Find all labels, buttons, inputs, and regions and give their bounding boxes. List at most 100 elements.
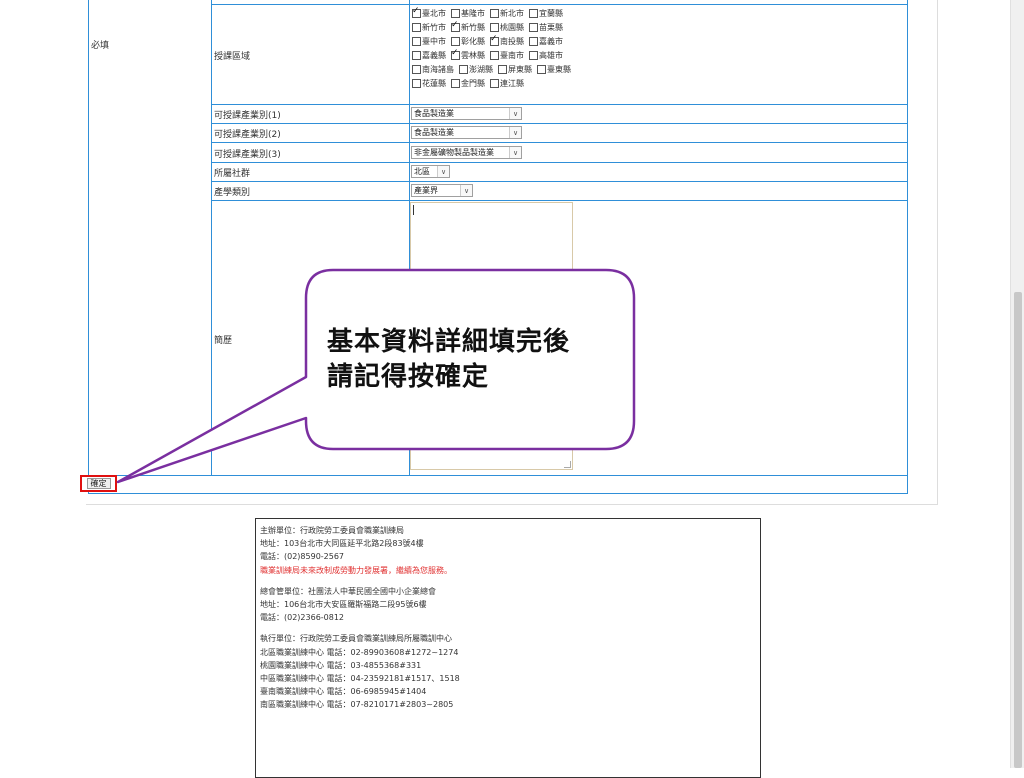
footer-executor-phone: 電話：(02)2366-0812 <box>260 613 345 623</box>
checkbox-label: 臺中市 <box>422 36 446 46</box>
confirm-button-label: 確定 <box>86 478 111 489</box>
checkbox-label: 彰化縣 <box>461 36 485 46</box>
checkbox-label: 南投縣 <box>500 36 524 46</box>
table-row-divider <box>211 181 907 182</box>
resize-handle-icon[interactable] <box>564 461 571 468</box>
checkbox-label: 臺東縣 <box>547 64 571 74</box>
page-bottom-edge <box>86 504 938 505</box>
checkbox-yunlin-county[interactable] <box>451 48 460 60</box>
page-edge <box>937 0 938 505</box>
checkbox-lienchiang-county[interactable] <box>490 78 499 88</box>
checkbox-label: 南海諸島 <box>422 64 454 74</box>
chevron-down-icon: ∨ <box>509 127 521 138</box>
community-select[interactable]: 北區 ∨ <box>411 165 450 178</box>
checkbox-kaohsiung-city[interactable] <box>529 50 538 60</box>
industry1-label: 可授課產業別(1) <box>214 111 281 121</box>
checkbox-label: 宜蘭縣 <box>539 8 563 18</box>
region-checkbox-row: 嘉義縣 雲林縣 臺南市 高雄市 <box>412 48 568 61</box>
checkbox-taichung-city[interactable] <box>412 36 421 46</box>
region-checkbox-row: 新竹市 新竹縣 桃園縣 苗栗縣 <box>412 20 568 33</box>
region-label: 授課區域 <box>214 52 251 62</box>
industry1-select-value: 食品製造業 <box>414 109 454 118</box>
industry2-label: 可授課產業別(2) <box>214 130 281 140</box>
checkbox-hsinchu-county[interactable] <box>451 20 460 32</box>
region-checkbox-row: 南海諸島 澎湖縣 屏東縣 臺東縣 <box>412 63 576 75</box>
checkbox-miaoli-county[interactable] <box>529 22 538 32</box>
table-row-divider <box>211 4 907 5</box>
industry2-select[interactable]: 食品製造業 ∨ <box>411 126 522 139</box>
chevron-down-icon: ∨ <box>509 108 521 119</box>
footer-slogan: 職業訓練局未來改制成勞動力發展署，繼續為您服務。 <box>260 565 452 575</box>
checkbox-kinmen-county[interactable] <box>451 78 460 88</box>
community-select-value: 北區 <box>414 167 430 176</box>
industry3-select-value: 非金屬礦物製品製造業 <box>414 148 494 157</box>
checkbox-south-sea-islands[interactable] <box>412 64 421 74</box>
checkbox-chiayi-county[interactable] <box>412 50 421 60</box>
footer-organizer: 主辦單位：行政院勞工委員會職業訓練局 <box>260 526 404 535</box>
checkbox-label: 雲林縣 <box>461 50 485 60</box>
footer-center-phone: 南區職業訓練中心 電話：07-8210171#2803~2805 <box>260 700 454 710</box>
checkbox-hsinchu-city[interactable] <box>412 22 421 32</box>
chevron-down-icon: ∨ <box>437 166 449 177</box>
checkbox-keelung-city[interactable] <box>451 8 460 18</box>
region-checkbox-row: 臺中市 彰化縣 南投縣 嘉義市 <box>412 34 568 47</box>
checkbox-nantou-county[interactable] <box>490 34 499 46</box>
footer-center-phone: 桃園職業訓練中心 電話：03-4855368#331 <box>260 660 422 670</box>
scrollbar-thumb[interactable] <box>1014 292 1022 768</box>
industry3-select[interactable]: 非金屬礦物製品製造業 ∨ <box>411 146 522 159</box>
resume-label: 簡歷 <box>214 336 233 346</box>
table-row-divider <box>211 200 907 201</box>
industry2-select-value: 食品製造業 <box>414 128 454 137</box>
confirm-button[interactable]: 確定 <box>80 475 117 492</box>
footer-organizer-phone: 電話：(02)8590-2567 <box>260 552 345 562</box>
checkbox-label: 基隆市 <box>461 8 485 18</box>
checkbox-taoyuan-county[interactable] <box>490 22 499 32</box>
checkbox-new-taipei-city[interactable] <box>490 8 499 18</box>
footer-info-box: 主辦單位：行政院勞工委員會職業訓練局 地址：103台北市大同區延平北路2段83號… <box>255 518 761 778</box>
checkbox-label: 新竹縣 <box>461 22 485 32</box>
checkbox-pingtung-county[interactable] <box>498 64 507 74</box>
checkbox-label: 嘉義縣 <box>422 50 446 60</box>
category-select-value: 產業界 <box>414 186 438 195</box>
checkbox-label: 臺北市 <box>422 8 446 18</box>
table-row-divider <box>211 123 907 124</box>
checkbox-label: 高雄市 <box>539 50 563 60</box>
checkbox-label: 金門縣 <box>461 78 485 88</box>
required-label: 必填 <box>91 41 110 51</box>
callout-line-2: 請記得按確定 <box>327 362 490 392</box>
region-checkbox-row: 臺北市 基隆市 新北市 宜蘭縣 <box>412 6 568 19</box>
table-row-divider <box>88 475 908 476</box>
checkbox-label: 苗栗縣 <box>539 22 563 32</box>
checkbox-hualien-county[interactable] <box>412 78 421 88</box>
checkbox-chiayi-city[interactable] <box>529 36 538 46</box>
checkbox-label: 嘉義市 <box>539 36 563 46</box>
checkbox-tainan-city[interactable] <box>490 50 499 60</box>
region-checkbox-row: 花蓮縣 金門縣 連江縣 <box>412 77 529 89</box>
footer-center: 執行單位：行政院勞工委員會職業訓練局所屬職訓中心 <box>260 634 452 644</box>
checkbox-label: 澎湖縣 <box>469 64 493 74</box>
industry1-select[interactable]: 食品製造業 ∨ <box>411 107 522 120</box>
callout-text: 基本資料詳細填完後 請記得按確定 <box>327 325 570 395</box>
checkbox-yilan-county[interactable] <box>529 8 538 18</box>
table-row-divider <box>211 104 907 105</box>
checkbox-taitung-county[interactable] <box>537 64 546 74</box>
checkbox-label: 桃園縣 <box>500 22 524 32</box>
chevron-down-icon: ∨ <box>460 185 472 196</box>
industry3-label: 可授課產業別(3) <box>214 150 281 160</box>
vertical-scrollbar[interactable] <box>1010 0 1024 768</box>
footer-center-phone: 北區職業訓練中心 電話：02-89903608#1272~1274 <box>260 647 459 657</box>
category-select[interactable]: 產業界 ∨ <box>411 184 473 197</box>
callout-line-1: 基本資料詳細填完後 <box>327 327 571 357</box>
checkbox-taipei-city[interactable] <box>412 6 421 18</box>
checkbox-label: 新竹市 <box>422 22 446 32</box>
category-label: 產學類別 <box>214 188 251 198</box>
checkbox-label: 新北市 <box>500 8 524 18</box>
footer-executor-address: 地址：106台北市大安區羅斯福路二段95號6樓 <box>260 600 427 610</box>
footer-center-phone: 中區職業訓練中心 電話：04-23592181#1517、1518 <box>260 674 460 684</box>
checkbox-penghu-county[interactable] <box>459 64 468 74</box>
community-label: 所屬社群 <box>214 169 251 179</box>
table-row-divider <box>211 142 907 143</box>
footer-organizer-address: 地址：103台北市大同區延平北路2段83號4樓 <box>260 539 424 549</box>
checkbox-changhua-county[interactable] <box>451 36 460 46</box>
checkbox-label: 連江縣 <box>500 78 524 88</box>
